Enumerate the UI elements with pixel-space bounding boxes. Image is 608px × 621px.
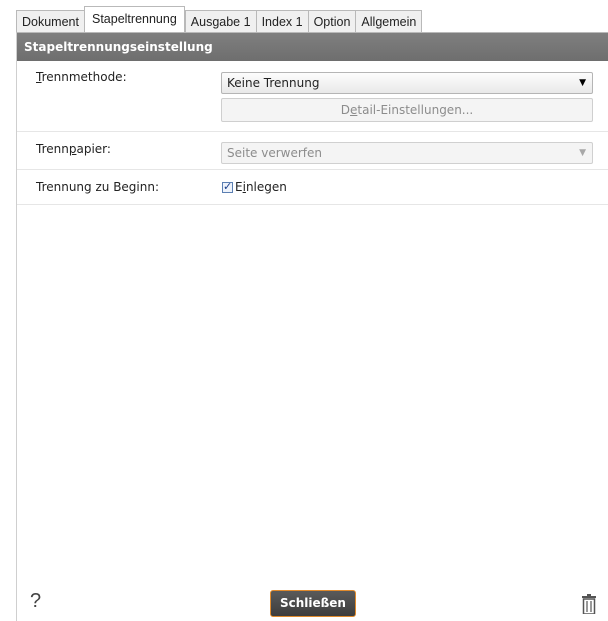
trash-icon[interactable] (582, 594, 596, 617)
tab-bar: Dokument Stapeltrennung Ausgabe 1 Index … (16, 6, 423, 32)
einlegen-checkbox[interactable] (222, 180, 233, 193)
section-header: Stapeltrennungseinstellung (17, 33, 608, 61)
tab-option[interactable]: Option (307, 10, 356, 32)
row-trennpapier: Trennpapier: Seite verwerfen ▼ (17, 132, 608, 170)
trennmethode-select[interactable]: Keine Trennung ▼ (221, 72, 593, 94)
tab-stapeltrennung[interactable]: Stapeltrennung (83, 6, 185, 32)
trennmethode-label: Trennmethode: (36, 70, 127, 84)
trennung-beginn-label: Trennung zu Beginn: (36, 180, 160, 194)
chevron-down-icon: ▼ (579, 78, 586, 88)
row-trennmethode: Trennmethode: Keine Trennung ▼ Detail-Ei… (17, 61, 608, 132)
trennpapier-select[interactable]: Seite verwerfen ▼ (221, 142, 593, 164)
einlegen-checkbox-group[interactable]: Einlegen (222, 180, 287, 194)
detail-settings-button[interactable]: Detail-Einstellungen... (221, 98, 593, 122)
trennpapier-label: Trennpapier: (36, 142, 111, 156)
close-button[interactable]: Schließen (270, 590, 356, 617)
settings-panel: Stapeltrennungseinstellung Trennmethode:… (16, 32, 608, 621)
help-icon[interactable]: ? (30, 590, 41, 613)
tab-ausgabe-1[interactable]: Ausgabe 1 (184, 10, 256, 32)
tab-dokument[interactable]: Dokument (16, 10, 84, 32)
chevron-down-icon: ▼ (579, 148, 586, 158)
einlegen-label: Einlegen (235, 180, 287, 194)
tab-allgemein[interactable]: Allgemein (355, 10, 423, 32)
row-trennung-beginn: Trennung zu Beginn: Einlegen (17, 170, 608, 205)
tab-index-1[interactable]: Index 1 (255, 10, 308, 32)
